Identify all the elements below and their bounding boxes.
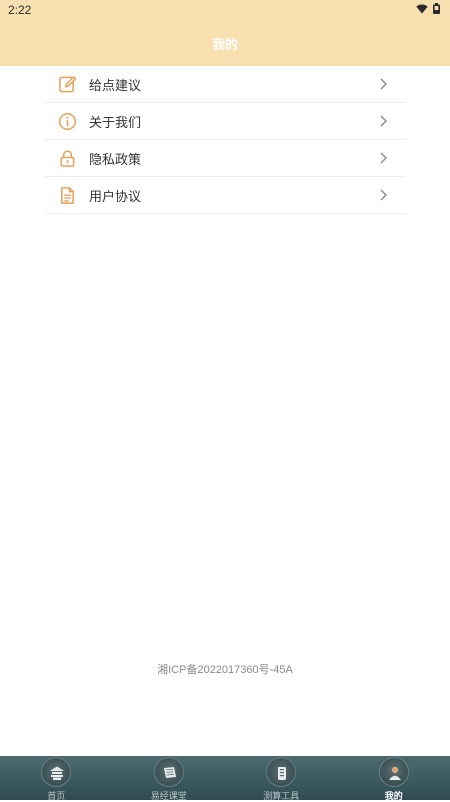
menu-item-about[interactable]: 关于我们 [45,103,405,140]
chevron-right-icon [379,78,388,90]
chevron-right-icon [379,152,388,164]
book-icon [154,757,184,787]
tab-label: 我的 [338,789,450,802]
tab-tools[interactable]: 测算工具 [225,756,338,800]
chevron-right-icon [379,115,388,127]
icp-license-text: 湘ICP备2022017360号-45A [0,661,450,677]
status-time: 2:22 [8,3,31,17]
menu-item-label: 关于我们 [89,112,141,131]
menu-item-agreement[interactable]: 用户协议 [45,177,405,214]
lock-icon [58,149,77,168]
tab-classroom[interactable]: 易经课堂 [113,756,226,800]
header: 2:22 我的 [0,0,450,66]
chevron-right-icon [379,189,388,201]
menu-item-label: 用户协议 [89,186,141,205]
status-icons [416,3,440,14]
status-bar: 2:22 [0,0,450,22]
tab-label: 易经课堂 [113,789,226,802]
menu-item-privacy[interactable]: 隐私政策 [45,140,405,177]
edit-icon [58,75,77,94]
menu-item-label: 给点建议 [89,75,141,94]
tab-mine[interactable]: 我的 [338,756,450,800]
menu-item-feedback[interactable]: 给点建议 [45,66,405,103]
home-icon [41,757,71,787]
profile-icon [379,757,409,787]
info-icon [58,112,77,131]
bottom-tab-bar: 首页 易经课堂 测算工具 我的 [0,756,450,800]
tab-label: 测算工具 [225,789,338,802]
wifi-icon [416,4,428,14]
tab-home[interactable]: 首页 [0,756,113,800]
battery-icon [433,3,440,14]
document-icon [58,186,77,205]
page-title: 我的 [0,34,450,53]
tab-label: 首页 [0,789,113,802]
menu-item-label: 隐私政策 [89,149,141,168]
menu-list: 给点建议 关于我们 隐私政策 [45,66,405,214]
tools-icon [266,757,296,787]
